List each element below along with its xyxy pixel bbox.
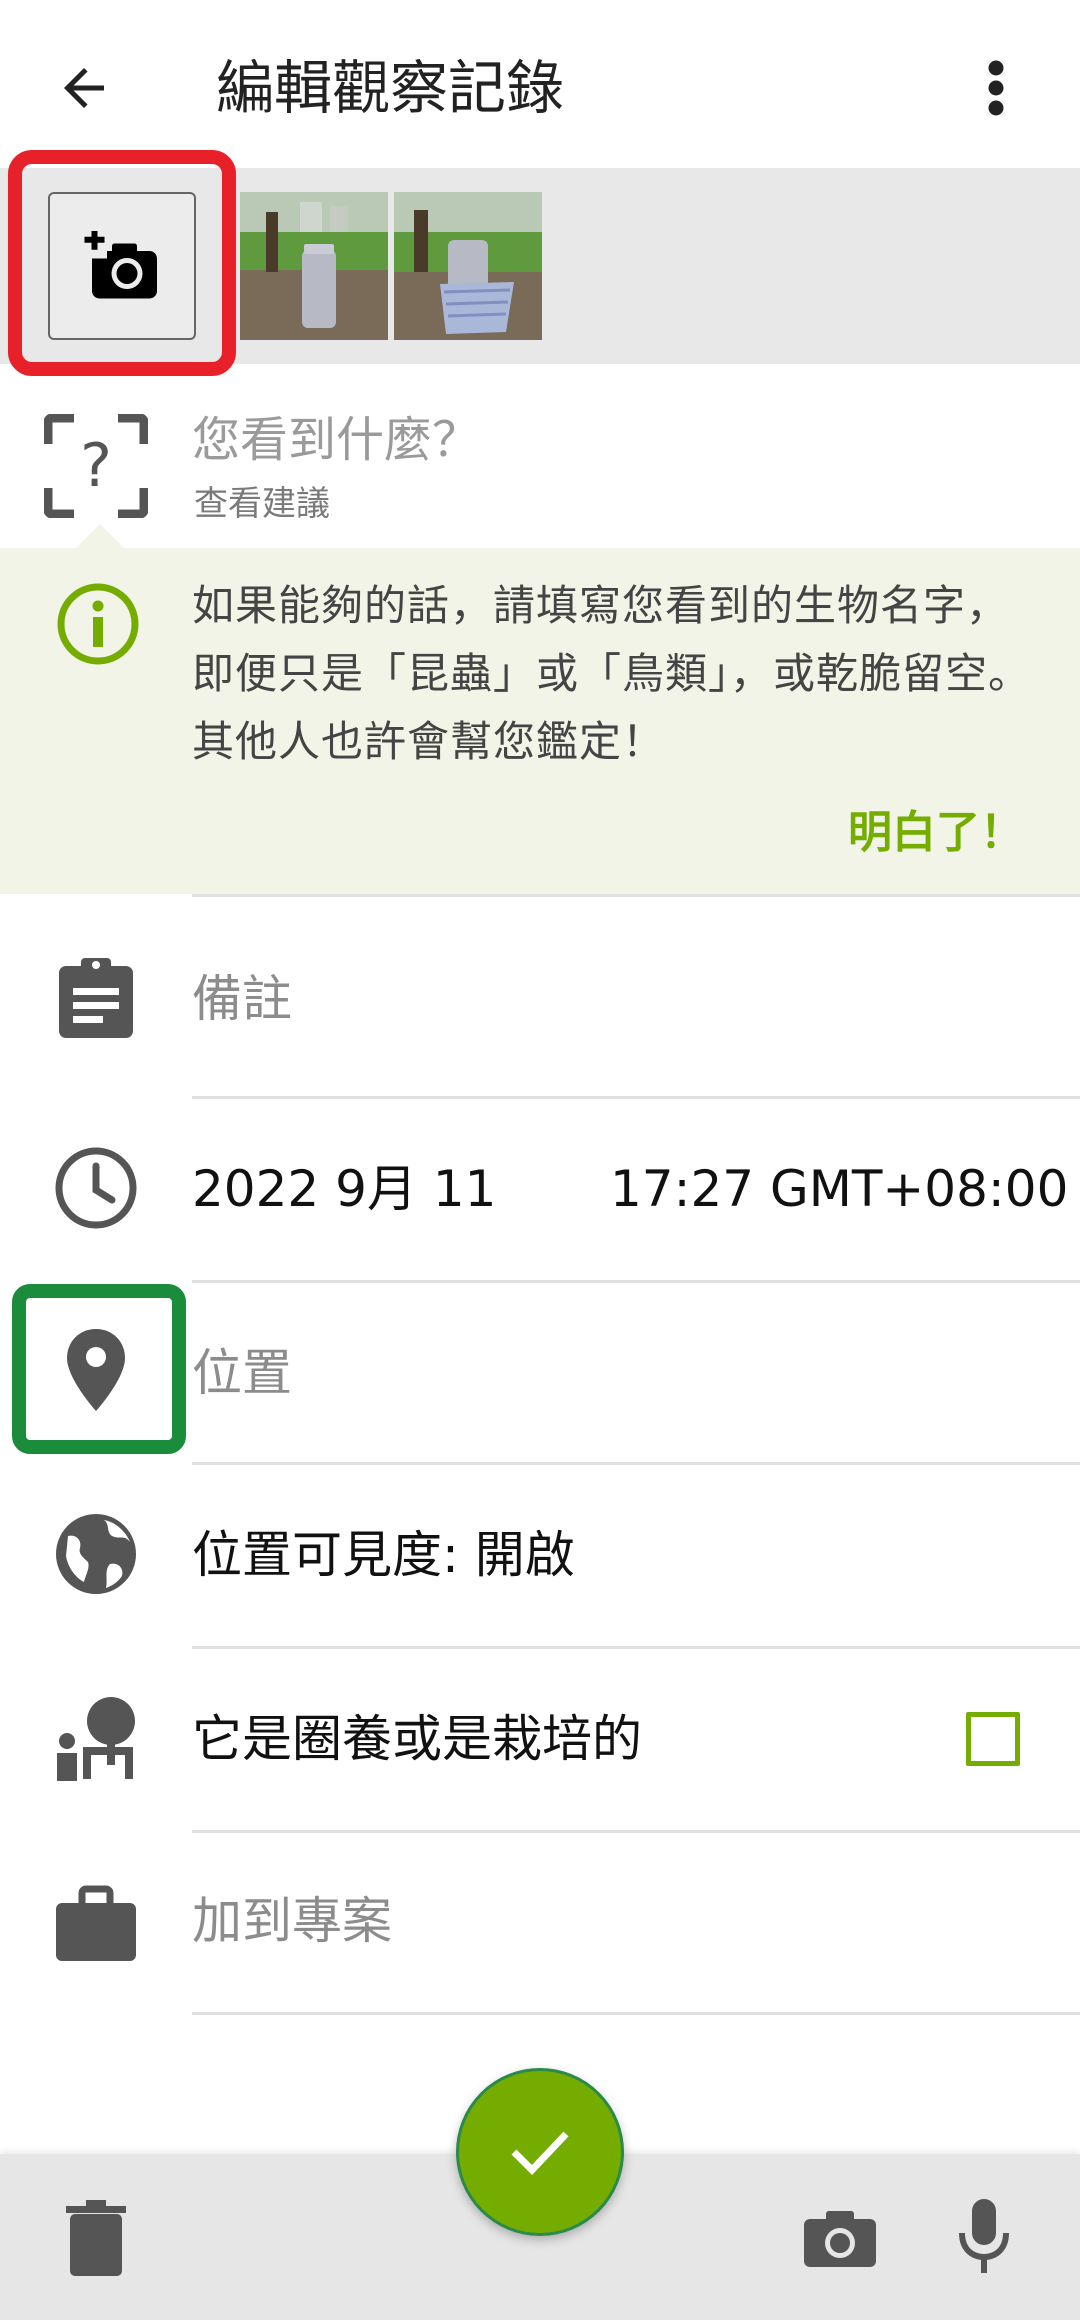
highlight-box-red xyxy=(8,150,236,376)
divider xyxy=(192,1462,1080,1465)
species-name-input[interactable]: 您看到什麼？ xyxy=(192,408,480,472)
tip-pointer xyxy=(76,524,124,548)
captive-checkbox[interactable] xyxy=(966,1712,1020,1766)
trash-icon xyxy=(66,2200,126,2276)
delete-button[interactable] xyxy=(46,2188,146,2288)
location-field[interactable]: 位置 xyxy=(192,1338,292,1408)
divider xyxy=(192,894,1080,897)
more-options-button[interactable] xyxy=(960,44,1032,132)
divider xyxy=(192,1646,1080,1649)
clock-icon xyxy=(48,1140,144,1236)
clipboard-icon xyxy=(48,950,144,1046)
tip-text: 如果能夠的話，請填寫您看到的生物名字，即便只是「昆蟲」或「鳥類」，或乾脆留空。其… xyxy=(192,581,1032,766)
species-search-button[interactable]: ? xyxy=(43,413,149,519)
captive-plant-icon xyxy=(48,1690,144,1786)
add-to-project-field[interactable]: 加到專案 xyxy=(192,1886,392,1956)
question-frame-icon: ? xyxy=(43,413,149,519)
observation-date[interactable]: 2022 9月 11 xyxy=(192,1154,496,1224)
more-vert-icon xyxy=(988,60,1004,116)
microphone-button[interactable] xyxy=(934,2188,1034,2288)
photo-thumbnail-1 xyxy=(240,192,388,340)
check-icon xyxy=(511,2131,569,2176)
divider xyxy=(192,1096,1080,1099)
captive-label: 它是圈養或是栽培的 xyxy=(192,1710,642,1768)
highlight-box-green xyxy=(12,1284,186,1454)
photo-thumbnail-2 xyxy=(394,192,542,340)
save-observation-button[interactable] xyxy=(456,2068,624,2236)
notes-field[interactable]: 備註 xyxy=(192,964,292,1034)
info-icon xyxy=(56,582,140,666)
camera-icon xyxy=(804,2211,876,2267)
view-suggestions-link[interactable]: 查看建議 xyxy=(194,482,330,526)
tip-dismiss-button[interactable]: 明白了！ xyxy=(848,796,1024,860)
microphone-icon xyxy=(959,2199,1009,2273)
divider xyxy=(192,2012,1080,2015)
divider xyxy=(192,1280,1080,1283)
svg-text:?: ? xyxy=(80,431,112,501)
observation-photo-1[interactable] xyxy=(240,192,388,340)
back-arrow-icon xyxy=(64,68,104,108)
observation-photo-2[interactable] xyxy=(394,192,542,340)
location-visibility-setting[interactable]: 位置可見度: 開啟 xyxy=(192,1520,575,1590)
divider xyxy=(192,1830,1080,1833)
observation-time[interactable]: 17:27 GMT+08:00 xyxy=(610,1154,1068,1224)
camera-button[interactable] xyxy=(790,2188,890,2288)
back-button[interactable] xyxy=(40,44,128,132)
globe-icon xyxy=(48,1506,144,1602)
briefcase-icon xyxy=(48,1876,144,1972)
page-title: 編輯觀察記錄 xyxy=(216,54,565,122)
